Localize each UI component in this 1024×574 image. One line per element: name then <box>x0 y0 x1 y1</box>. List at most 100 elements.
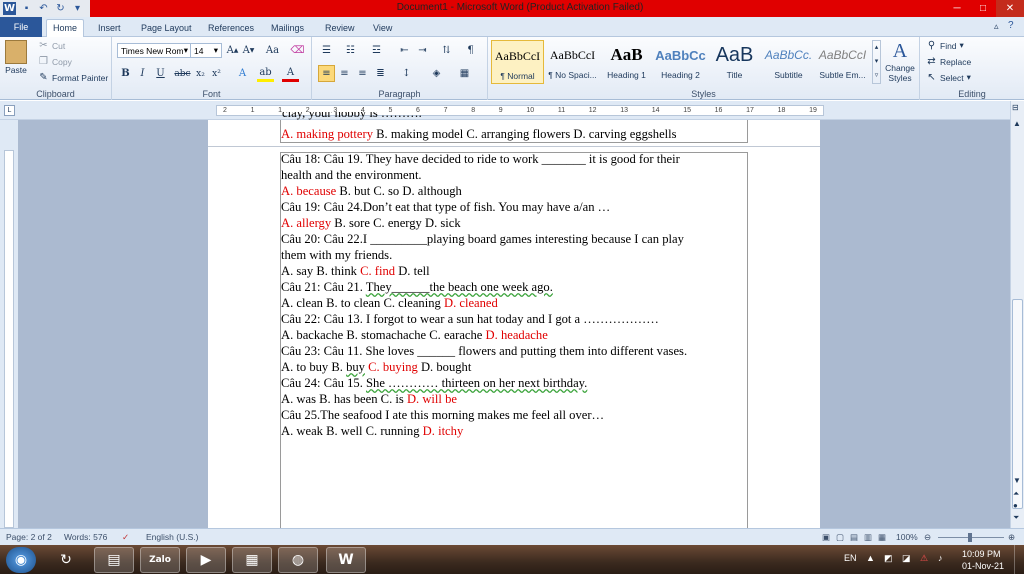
styles-scroll[interactable]: ▴ ▾ ▿ <box>872 40 881 84</box>
zoom-slider-thumb[interactable] <box>968 533 972 542</box>
undo-icon[interactable]: ↶ <box>37 2 50 15</box>
style-heading-1[interactable]: AaB Heading 1 <box>600 40 653 84</box>
bold-button[interactable]: B <box>117 65 134 82</box>
font-size-dropdown-icon[interactable]: ▾ <box>214 45 218 56</box>
borders-button[interactable]: ▦ <box>456 65 473 82</box>
green-app-icon[interactable]: ↻ <box>46 547 86 573</box>
bullets-button[interactable]: ☰ <box>318 42 335 59</box>
clock-date[interactable]: 01-Nov-21 <box>962 561 1004 571</box>
word-icon[interactable]: W <box>326 547 366 573</box>
zoom-out-icon[interactable]: ⊖ <box>924 532 931 543</box>
calculator-icon[interactable]: ▦ <box>232 547 272 573</box>
copy-button[interactable]: ❐ Copy <box>38 56 72 67</box>
document-body[interactable]: Câu 18: Câu 19. They have decided to rid… <box>281 151 687 439</box>
font-name-dropdown-icon[interactable]: ▾ <box>184 45 188 56</box>
font-color-button[interactable]: A <box>282 65 299 82</box>
maximize-button[interactable]: □ <box>970 0 996 17</box>
style-title[interactable]: AaB Title <box>708 40 761 84</box>
shading-button[interactable]: ◈ <box>428 65 445 82</box>
tab-file[interactable]: File <box>0 17 42 37</box>
volume-icon[interactable]: ♪ <box>938 553 943 563</box>
align-center-button[interactable]: ≡ <box>336 65 353 82</box>
tray-app-icon[interactable]: ◩ <box>884 553 893 564</box>
customize-qat-icon[interactable]: ▾ <box>71 2 84 15</box>
file-explorer-icon[interactable]: ▤ <box>94 547 134 573</box>
word-logo-icon[interactable]: W <box>3 2 16 15</box>
select-button[interactable]: ↖ Select ▾ <box>926 72 971 83</box>
align-left-button[interactable]: ≡ <box>318 65 335 82</box>
chrome-icon[interactable]: ◍ <box>278 547 318 573</box>
zalo-icon[interactable]: Zalo <box>140 547 180 573</box>
word-count[interactable]: Words: 576 <box>64 532 107 542</box>
numbering-button[interactable]: ☷ <box>342 42 359 59</box>
multilevel-list-button[interactable]: ☲ <box>368 42 385 59</box>
browse-object-icon[interactable]: ● <box>1013 501 1018 510</box>
replace-button[interactable]: ⇄ Replace <box>926 56 971 67</box>
style-subtle-emphasis[interactable]: AaBbCcI Subtle Em... <box>816 40 869 84</box>
font-size-box[interactable]: 14 ▾ <box>190 43 222 58</box>
page-count[interactable]: Page: 2 of 2 <box>6 532 52 542</box>
clear-formatting-button[interactable]: ⌫ <box>289 42 306 59</box>
language-indicator[interactable]: English (U.S.) <box>146 532 198 542</box>
paste-button[interactable]: Paste <box>5 40 27 75</box>
tray-arrow-icon[interactable]: ▲ <box>866 553 875 563</box>
previous-page-icon[interactable]: ⏶ <box>1013 489 1019 499</box>
tab-page-layout[interactable]: Page Layout <box>135 20 198 37</box>
close-button[interactable]: ✕ <box>996 0 1024 17</box>
grow-font-button[interactable]: A ▲ <box>224 42 241 59</box>
minimize-button[interactable]: ─ <box>944 0 970 17</box>
tab-home[interactable]: Home <box>46 19 85 38</box>
web-layout-view-icon[interactable]: ▤ <box>850 532 858 543</box>
decrease-indent-button[interactable]: ⇤ <box>396 42 413 59</box>
print-layout-view-icon[interactable]: ▣ <box>822 532 830 543</box>
underline-button[interactable]: U <box>152 65 169 82</box>
next-page-icon[interactable]: ⏷ <box>1013 513 1019 523</box>
increase-indent-button[interactable]: ⇥ <box>414 42 431 59</box>
scroll-up-icon[interactable]: ▲ <box>1013 119 1021 128</box>
media-player-icon[interactable]: ▶ <box>186 547 226 573</box>
tray-app-icon[interactable]: ◪ <box>902 553 911 564</box>
save-icon[interactable]: ▪ <box>20 2 33 15</box>
vertical-scrollbar[interactable]: ⊟ ▲ ▼ ⏶ ● ⏷ <box>1010 101 1024 528</box>
tab-selector[interactable]: L <box>4 105 15 116</box>
full-screen-view-icon[interactable]: ▢ <box>836 532 844 543</box>
style-normal[interactable]: AaBbCcI ¶ Normal <box>491 40 544 84</box>
strikethrough-button[interactable]: abc <box>174 65 191 82</box>
start-orb-icon[interactable]: ◉ <box>6 547 36 573</box>
draft-view-icon[interactable]: ▦ <box>878 532 886 543</box>
tab-mailings[interactable]: Mailings <box>265 20 310 37</box>
clock-time[interactable]: 10:09 PM <box>962 549 1001 559</box>
redo-icon[interactable]: ↻ <box>54 2 67 15</box>
text-effects-button[interactable]: A <box>234 65 251 82</box>
font-name-box[interactable]: Times New Rom ▾ <box>117 43 192 58</box>
subscript-button[interactable]: x₂ <box>192 65 209 82</box>
justify-button[interactable]: ≣ <box>372 65 389 82</box>
style-no-spacing[interactable]: AaBbCcI ¶ No Spaci... <box>546 40 599 84</box>
minimize-ribbon-icon[interactable]: ▵ <box>994 21 999 32</box>
zoom-level[interactable]: 100% <box>896 532 918 542</box>
ruler-toggle-icon[interactable]: ⊟ <box>1012 103 1019 112</box>
tab-references[interactable]: References <box>202 20 260 37</box>
scroll-down-icon[interactable]: ▼ <box>1013 476 1021 485</box>
style-heading-2[interactable]: AaBbCc Heading 2 <box>654 40 707 84</box>
vertical-ruler[interactable] <box>0 120 18 528</box>
change-styles-button[interactable]: A Change Styles <box>883 40 917 83</box>
tab-insert[interactable]: Insert <box>92 20 127 37</box>
change-case-button[interactable]: Aa <box>264 42 281 59</box>
highlight-button[interactable]: ab <box>257 65 274 82</box>
shrink-font-button[interactable]: A ▼ <box>240 42 257 59</box>
show-desktop-button[interactable] <box>1014 545 1024 574</box>
network-icon[interactable]: ⚠ <box>920 553 928 564</box>
proofing-icon[interactable]: ✓ <box>122 532 129 543</box>
style-subtitle[interactable]: AaBbCc. Subtitle <box>762 40 815 84</box>
tab-review[interactable]: Review <box>319 20 361 37</box>
zoom-in-icon[interactable]: ⊕ <box>1008 532 1015 543</box>
format-painter-button[interactable]: ✎ Format Painter <box>38 72 108 83</box>
align-right-button[interactable]: ≡ <box>354 65 371 82</box>
superscript-button[interactable]: x² <box>208 65 225 82</box>
input-language[interactable]: EN <box>844 553 857 563</box>
outline-view-icon[interactable]: ▥ <box>864 532 872 543</box>
sort-button[interactable]: ⇅ <box>438 42 455 59</box>
find-button[interactable]: ⚲ Find ▾ <box>926 40 964 51</box>
help-icon[interactable]: ? <box>1008 20 1014 31</box>
